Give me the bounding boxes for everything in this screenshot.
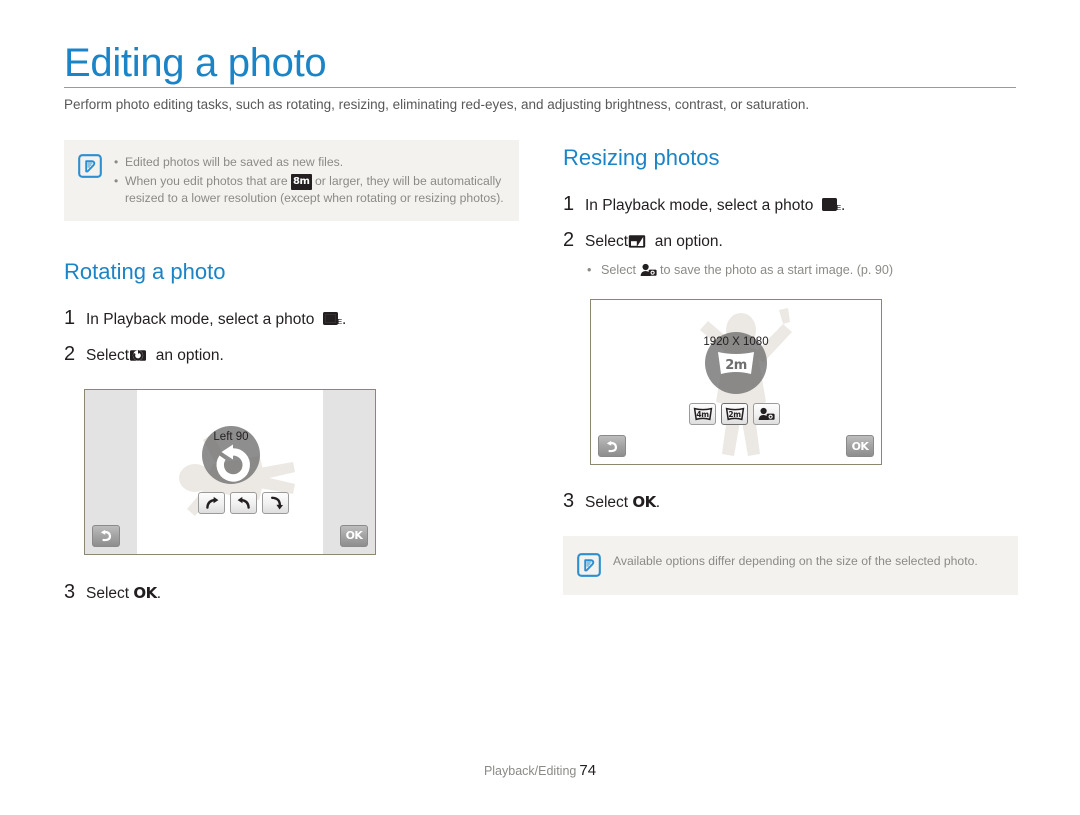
step-text: Select OK. xyxy=(86,583,162,602)
note-bullet-text: Edited photos will be saved as new files… xyxy=(125,155,344,169)
bullet-dot: • xyxy=(114,173,119,188)
resizing-note-box: Available options differ depending on th… xyxy=(563,536,1018,595)
page-intro-text: Perform photo editing tasks, such as rot… xyxy=(64,97,810,112)
step-number: 3 xyxy=(64,580,76,603)
page-title: Editing a photo xyxy=(64,41,327,85)
footer-section-label: Playback/Editing xyxy=(483,764,577,778)
section-heading-resizing: Resizing photos xyxy=(563,145,720,170)
bullet-dot: • xyxy=(587,263,592,277)
title-divider xyxy=(64,87,1016,88)
note-bullet-item: • Edited photos will be saved as new fil… xyxy=(114,154,505,171)
back-arrow-icon xyxy=(100,529,112,542)
playback-mode-icon: E xyxy=(821,198,841,220)
rotate-option-icon xyxy=(129,347,147,371)
footer-page-number: 74 xyxy=(579,762,597,779)
step-number: 2 xyxy=(64,342,76,365)
back-button[interactable] xyxy=(598,435,626,457)
ok-button[interactable]: OK xyxy=(340,524,368,547)
rotate-left-90-button[interactable] xyxy=(230,491,257,514)
step-number: 2 xyxy=(563,229,575,251)
rotating-step-3: 3 Select OK. xyxy=(64,581,519,605)
step-text: In Playback mode, select a photo E. xyxy=(86,309,346,334)
bullet-dot: • xyxy=(114,155,119,169)
start-image-icon xyxy=(758,407,775,420)
resolution-chip-8m: 8m xyxy=(291,173,312,190)
resize-option-buttons: 4m 2m xyxy=(689,403,780,425)
step-text: Select OK. xyxy=(585,493,661,511)
rotating-step-2: 2 Select an option. xyxy=(64,343,519,371)
start-image-icon xyxy=(640,263,657,282)
resize-option-icon xyxy=(628,234,646,256)
resize-2m-button[interactable]: 2m xyxy=(721,403,748,425)
resize-4m-button[interactable]: 4m xyxy=(689,403,716,425)
right-column: Resizing photos 1 In Playback mode, sele… xyxy=(563,140,1018,595)
step-text: Select an option. xyxy=(86,345,224,371)
resizing-step-1: 1 In Playback mode, select a photo E. xyxy=(563,193,1018,220)
ok-button[interactable]: OK xyxy=(846,435,874,457)
resize-badge-label: 1920 X 1080 xyxy=(703,336,769,348)
resizing-step-3: 3 Select OK. xyxy=(563,490,1018,514)
ok-glyph: OK xyxy=(133,583,157,602)
ok-button-label: OK xyxy=(851,439,869,453)
top-note-box: • Edited photos will be saved as new fil… xyxy=(64,140,519,221)
resizing-note-text: Available options differ depending on th… xyxy=(613,554,978,568)
rotating-step-1: 1 In Playback mode, select a photo E. xyxy=(64,307,519,334)
rotation-badge-label: Left 90 xyxy=(213,430,249,443)
resizing-note-body: Available options differ depending on th… xyxy=(613,552,1004,570)
note-pen-icon xyxy=(78,154,102,178)
rotate-option-buttons xyxy=(198,491,289,514)
back-arrow-icon xyxy=(606,440,618,452)
ok-button-label: OK xyxy=(345,529,363,542)
resize-center-chip: 2m xyxy=(725,358,747,373)
rotate-right-90-button[interactable] xyxy=(198,491,225,514)
step-number: 1 xyxy=(64,306,76,329)
step-number: 1 xyxy=(563,193,575,215)
back-button[interactable] xyxy=(92,524,120,547)
ok-glyph: OK xyxy=(632,493,656,511)
playback-mode-icon: E xyxy=(322,311,342,334)
resizing-step-2: 2 Select an option. xyxy=(563,229,1018,256)
manual-page: Editing a photo Perform photo editing ta… xyxy=(0,0,1080,815)
start-image-button[interactable] xyxy=(753,403,780,425)
note-bullet-text: When you edit photos that are 8m or larg… xyxy=(125,173,504,205)
resize-2m-label: 2m xyxy=(728,409,741,419)
left-column: • Edited photos will be saved as new fil… xyxy=(64,140,519,605)
resize-screen-preview: 2m 1920 X 1080 4m 2m OK xyxy=(590,299,882,465)
step-text: Select an option. xyxy=(585,231,723,256)
section-heading-rotating: Rotating a photo xyxy=(64,258,226,284)
sub-bullet-text: Select to save the photo as a start imag… xyxy=(601,262,893,282)
rotate-screen-preview: Left 90 OK xyxy=(84,388,376,555)
resizing-sub-bullet: • Select to save the photo as a start im… xyxy=(587,262,1018,282)
flip-vertical-button[interactable] xyxy=(262,491,289,514)
page-footer: Playback/Editing 74 xyxy=(0,762,1080,779)
note-bullet-item: • When you edit photos that are 8m or la… xyxy=(114,173,505,207)
note-pen-icon xyxy=(577,553,601,577)
top-note-body: • Edited photos will be saved as new fil… xyxy=(114,153,505,207)
resize-4m-label: 4m xyxy=(696,409,709,419)
step-number: 3 xyxy=(563,490,575,512)
step-text: In Playback mode, select a photo E. xyxy=(585,195,845,220)
